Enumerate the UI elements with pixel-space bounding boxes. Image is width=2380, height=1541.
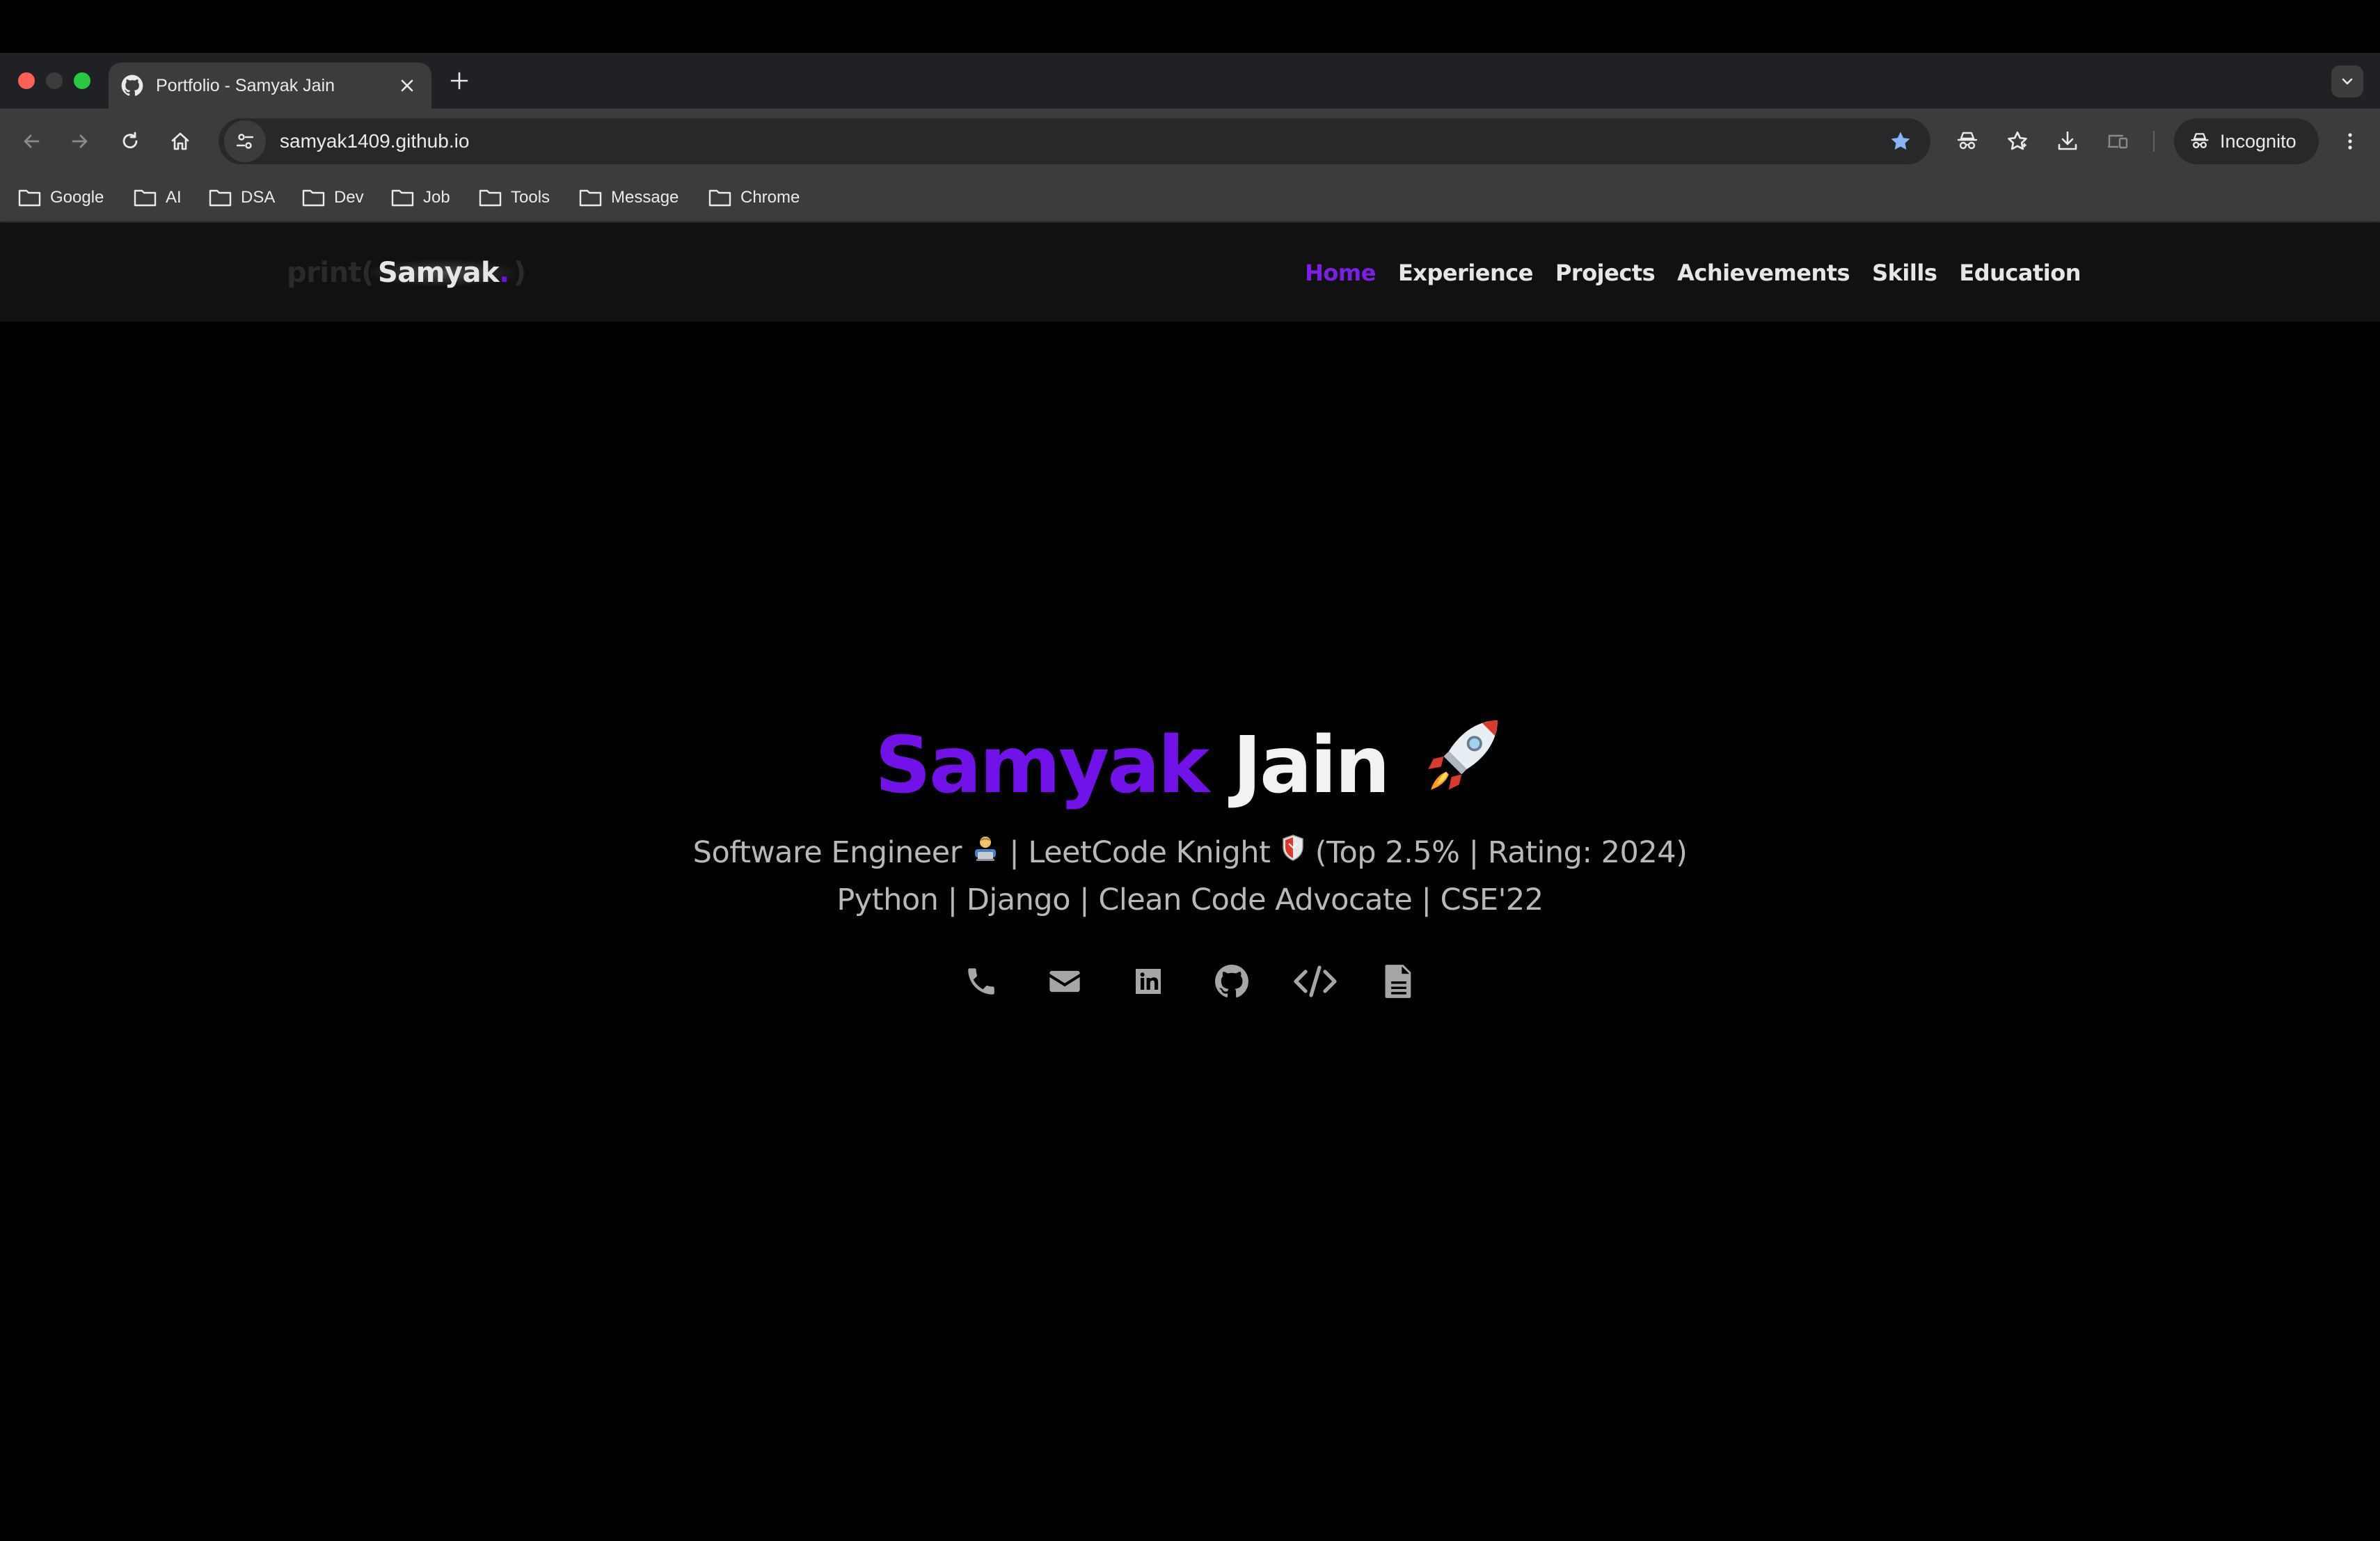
- incognito-icon: [1957, 132, 1978, 150]
- minimize-window-button[interactable]: [46, 72, 63, 89]
- role-text: Software Engineer: [692, 835, 962, 870]
- bookmark-label: Message: [611, 188, 679, 207]
- incognito-profile-button[interactable]: Incognito: [2174, 118, 2319, 164]
- resume-icon[interactable]: [1377, 959, 1421, 1004]
- hero-subtitle-line1: Software Engineer | LeetCode Knight (Top…: [0, 835, 2380, 872]
- rating-text: (Top 2.5% | Rating: 2024): [1315, 835, 1688, 870]
- hero-subtitle-line2: Python | Django | Clean Code Advocate | …: [836, 883, 1544, 917]
- toolbar-divider: [2153, 131, 2155, 152]
- close-tab-icon[interactable]: [397, 75, 418, 96]
- menu-bar-area: [0, 0, 2380, 53]
- forward-arrow-icon: [72, 134, 88, 148]
- home-button[interactable]: [163, 124, 198, 159]
- bookmark-folder-ai[interactable]: AI: [134, 184, 182, 212]
- address-bar[interactable]: samyak1409.github.io: [219, 118, 1930, 164]
- tab-title: Portfolio - Samyak Jain: [156, 75, 335, 95]
- bookmark-label: Google: [50, 188, 104, 207]
- linkedin-icon[interactable]: [1126, 959, 1171, 1004]
- nav-experience[interactable]: Experience: [1398, 260, 1534, 286]
- nav-skills[interactable]: Skills: [1872, 260, 1937, 286]
- bookmark-star-icon[interactable]: [1883, 124, 1918, 159]
- incognito-extension-button[interactable]: [1950, 124, 1985, 159]
- home-icon: [171, 132, 189, 150]
- folder-icon: [134, 189, 157, 207]
- main-nav: Home Experience Projects Achievements Sk…: [1305, 255, 2081, 291]
- close-window-button[interactable]: [18, 72, 35, 89]
- hero-first-name: Samyak: [875, 720, 1209, 811]
- github-icon[interactable]: [1209, 959, 1254, 1004]
- downloads-button[interactable]: [2050, 124, 2085, 159]
- folder-icon: [18, 189, 41, 207]
- shield-icon: [1281, 834, 1305, 869]
- site-info-icon[interactable]: [224, 120, 266, 162]
- nav-achievements[interactable]: Achievements: [1677, 260, 1850, 286]
- cast-button[interactable]: [2100, 124, 2135, 159]
- phone-icon[interactable]: [959, 959, 1003, 1004]
- bookmark-folder-chrome[interactable]: Chrome: [708, 184, 800, 212]
- chevron-down-icon: [2342, 78, 2353, 85]
- bookmarks-button[interactable]: [2000, 124, 2035, 159]
- github-icon: [121, 74, 143, 97]
- technologist-icon: [972, 834, 999, 869]
- chrome-menu-button[interactable]: [2333, 124, 2367, 159]
- folder-icon: [479, 189, 502, 207]
- bookmark-folder-dev[interactable]: Dev: [302, 184, 364, 212]
- back-arrow-icon: [24, 134, 40, 148]
- hero-last-name: Jain: [1232, 720, 1390, 811]
- bookmark-label: AI: [166, 188, 182, 207]
- leetcode-text: | LeetCode Knight: [1009, 835, 1271, 870]
- folder-icon: [391, 189, 414, 207]
- nav-education[interactable]: Education: [1959, 260, 2081, 286]
- back-button[interactable]: [14, 124, 49, 159]
- devices-icon: [2108, 134, 2128, 149]
- star-outline-icon: [2008, 131, 2027, 150]
- folder-icon: [708, 189, 731, 207]
- bookmark-label: Chrome: [740, 188, 800, 207]
- download-icon: [2058, 131, 2077, 150]
- folder-icon: [209, 189, 232, 207]
- url-text[interactable]: samyak1409.github.io: [280, 130, 1883, 152]
- more-vertical-icon: [2348, 133, 2352, 150]
- logo-name: Samyak: [377, 257, 500, 289]
- bookmark-label: Tools: [511, 188, 550, 207]
- bookmark-folder-dsa[interactable]: DSA: [209, 184, 275, 212]
- incognito-label: Incognito: [2220, 130, 2296, 152]
- logo-dot: .: [499, 257, 509, 289]
- logo-highlight: Samyak.: [369, 257, 516, 289]
- rocket-icon: [1423, 713, 1505, 817]
- folder-icon: [579, 189, 602, 207]
- forward-button[interactable]: [63, 124, 97, 159]
- folder-icon: [302, 189, 325, 207]
- fullscreen-window-button[interactable]: [74, 72, 90, 89]
- bookmark-folder-tools[interactable]: Tools: [479, 184, 550, 212]
- hero-title: Samyak Jain: [0, 717, 2380, 823]
- reload-button[interactable]: [113, 124, 148, 159]
- nav-home[interactable]: Home: [1305, 260, 1376, 286]
- bookmark-label: Dev: [334, 188, 364, 207]
- site-logo[interactable]: print( Samyak. ): [287, 251, 526, 295]
- browser-tab[interactable]: Portfolio - Samyak Jain: [109, 63, 431, 109]
- bookmark-folder-google[interactable]: Google: [18, 184, 104, 212]
- tab-search-button[interactable]: [2331, 65, 2363, 97]
- email-icon[interactable]: [1042, 959, 1087, 1004]
- social-links: [0, 959, 2380, 1005]
- reload-icon: [122, 132, 138, 149]
- bookmark-folder-message[interactable]: Message: [579, 184, 679, 212]
- code-icon[interactable]: [1293, 959, 1338, 1004]
- nav-projects[interactable]: Projects: [1555, 260, 1656, 286]
- incognito-icon: [2191, 133, 2209, 148]
- logo-prefix: print(: [287, 257, 374, 289]
- new-tab-button[interactable]: [445, 67, 473, 95]
- bookmark-folder-job[interactable]: Job: [391, 184, 450, 212]
- bookmark-label: Job: [423, 188, 450, 207]
- bookmark-label: DSA: [241, 188, 276, 207]
